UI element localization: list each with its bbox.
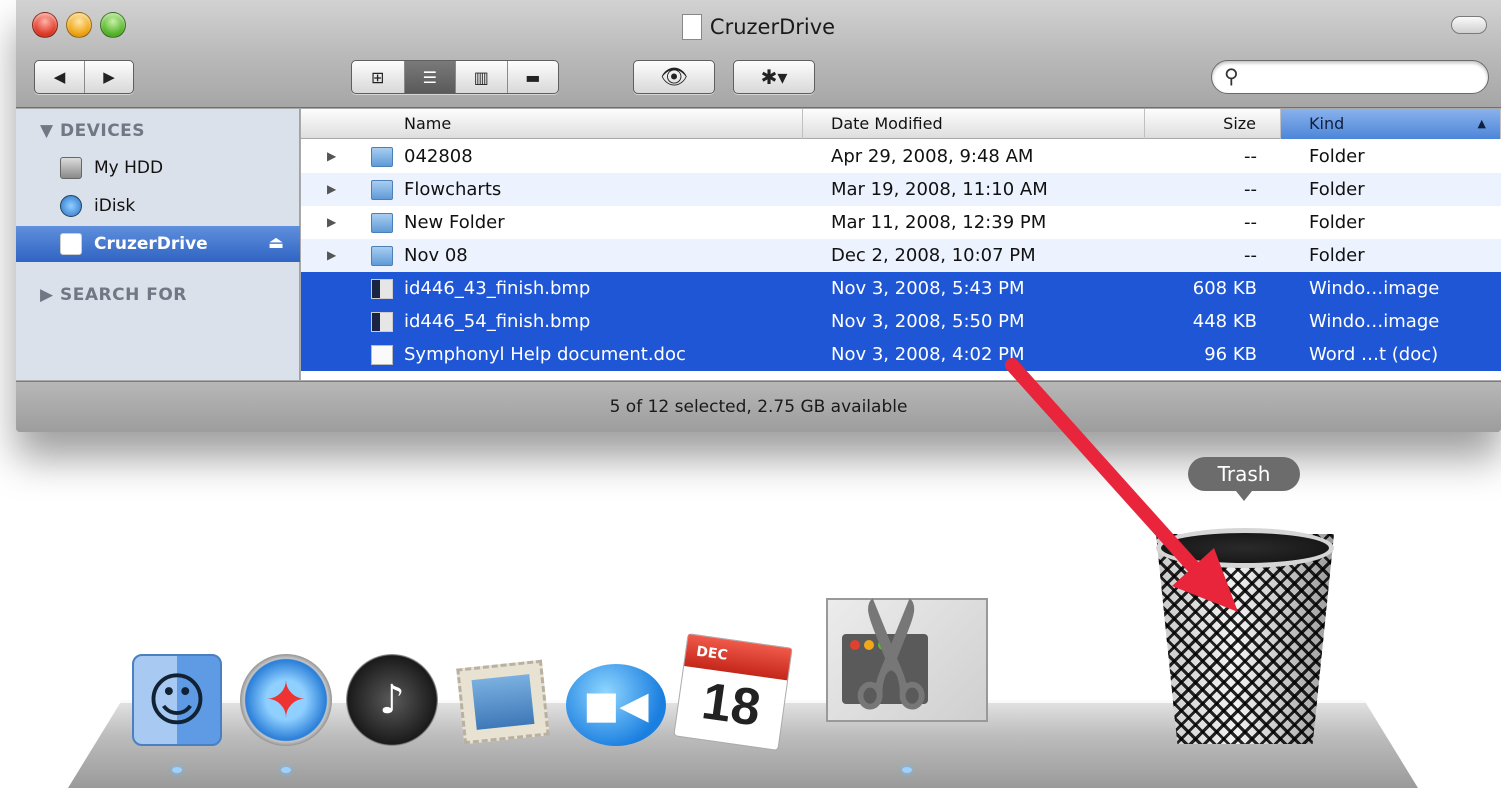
- screenshot-stage: CruzerDrive ◀ ▶ ⊞ ☰ ▥ ▬ 👁 ✱▾ ⚲ ▼ DEVICES…: [0, 0, 1501, 788]
- arrow-shaft: [1005, 358, 1212, 587]
- drag-arrow-annotation: [1005, 358, 1238, 612]
